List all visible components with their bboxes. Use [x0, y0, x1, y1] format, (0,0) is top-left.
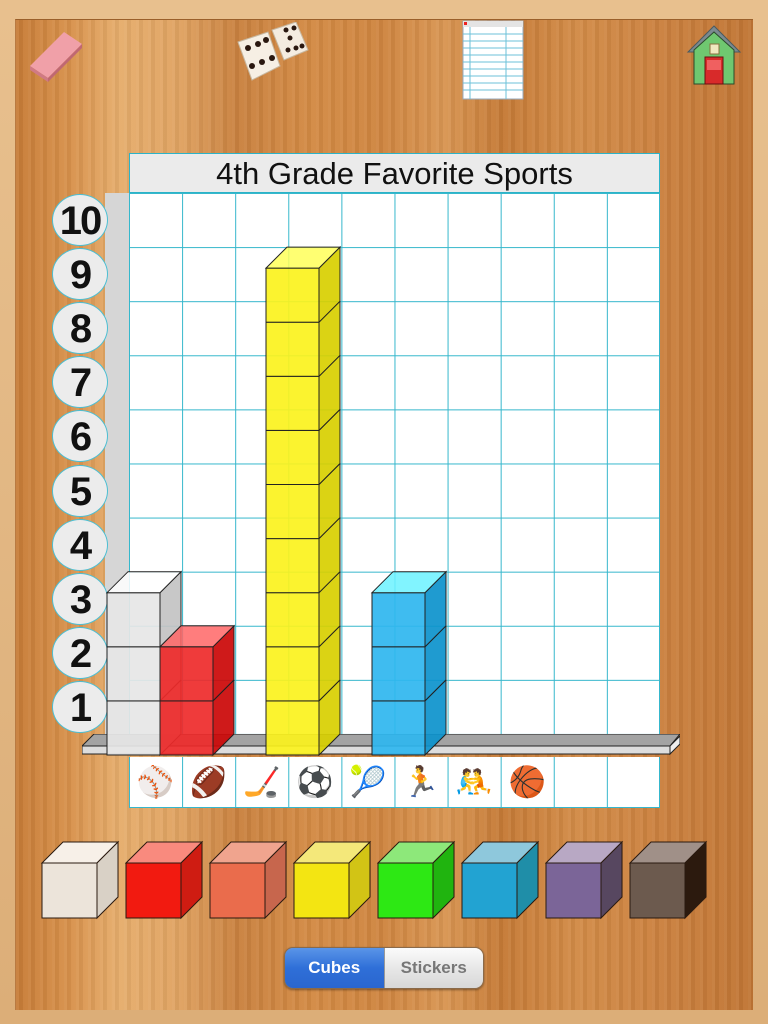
palette-cube-yellow[interactable]	[292, 840, 372, 920]
palette-cube-salmon[interactable]	[208, 840, 288, 920]
palette-cube-brown[interactable]	[628, 840, 708, 920]
stickers-tab[interactable]: Stickers	[383, 948, 483, 988]
mode-toggle: Cubes Stickers	[284, 947, 484, 989]
cubes-tab[interactable]: Cubes	[285, 948, 384, 988]
cube-palette	[40, 840, 708, 920]
palette-cube-green[interactable]	[376, 840, 456, 920]
palette-cube-blue[interactable]	[460, 840, 540, 920]
palette-cube-white[interactable]	[40, 840, 120, 920]
palette-cube-red[interactable]	[124, 840, 204, 920]
palette-cube-purple[interactable]	[544, 840, 624, 920]
